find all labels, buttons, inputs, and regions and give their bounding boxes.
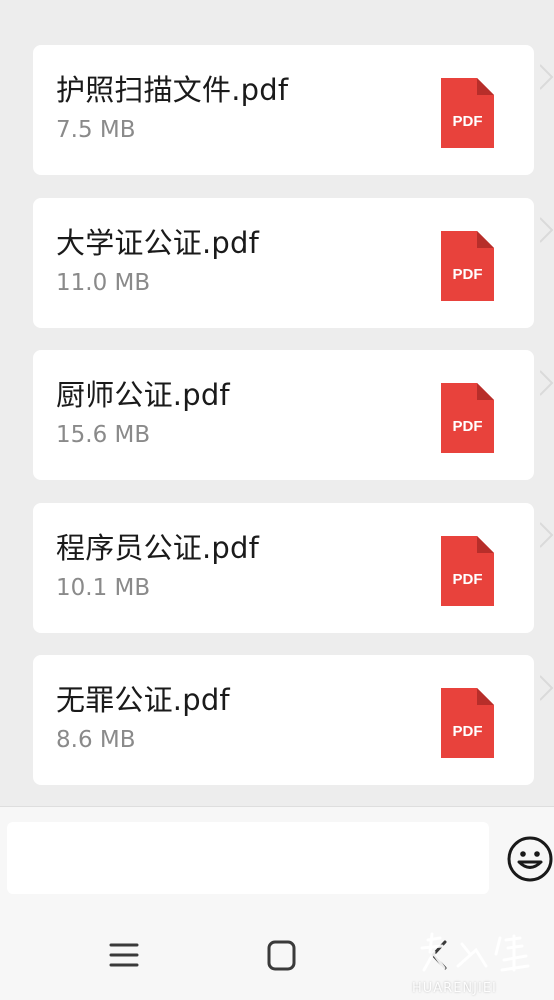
file-message-card[interactable]: 厨师公证.pdf 15.6 MB PDF: [33, 350, 534, 480]
pdf-icon-label: PDF: [453, 418, 483, 435]
message-input[interactable]: [7, 822, 489, 894]
message-input-bar: [0, 806, 554, 900]
smiley-emoji-icon[interactable]: [505, 834, 554, 884]
pdf-file-icon: PDF: [441, 536, 494, 606]
bubble-tail-icon: [540, 217, 554, 243]
file-message-card[interactable]: 程序员公证.pdf 10.1 MB PDF: [33, 503, 534, 633]
hamburger-menu-icon[interactable]: [104, 936, 144, 976]
file-size: 8.6 MB: [56, 727, 136, 753]
pdf-file-icon: PDF: [441, 231, 494, 301]
file-size: 15.6 MB: [56, 422, 151, 448]
file-message-card[interactable]: 护照扫描文件.pdf 7.5 MB PDF: [33, 45, 534, 175]
pdf-file-icon: PDF: [441, 78, 494, 148]
file-size: 10.1 MB: [56, 575, 151, 601]
file-name: 厨师公证.pdf: [56, 378, 230, 412]
chat-message-area: 护照扫描文件.pdf 7.5 MB PDF 大学证公证.pdf 11.0 MB …: [0, 0, 554, 806]
pdf-icon-label: PDF: [453, 113, 483, 130]
file-name: 护照扫描文件.pdf: [56, 73, 289, 107]
home-square-icon[interactable]: [261, 936, 301, 976]
file-name: 大学证公证.pdf: [56, 226, 260, 260]
bubble-tail-icon: [540, 522, 554, 548]
pdf-icon-label: PDF: [453, 723, 483, 740]
pdf-icon-label: PDF: [453, 266, 483, 283]
file-message-card[interactable]: 大学证公证.pdf 11.0 MB PDF: [33, 198, 534, 328]
pdf-file-icon: PDF: [441, 383, 494, 453]
file-name: 程序员公证.pdf: [56, 531, 260, 565]
system-navigation-bar: [0, 900, 554, 1000]
file-size: 7.5 MB: [56, 117, 136, 143]
pdf-icon-label: PDF: [453, 571, 483, 588]
bubble-tail-icon: [540, 675, 554, 701]
bubble-tail-icon: [540, 64, 554, 90]
pdf-file-icon: PDF: [441, 688, 494, 758]
file-message-card[interactable]: 无罪公证.pdf 8.6 MB PDF: [33, 655, 534, 785]
bubble-tail-icon: [540, 370, 554, 396]
chevron-left-back-icon[interactable]: [420, 936, 460, 976]
file-size: 11.0 MB: [56, 270, 151, 296]
file-name: 无罪公证.pdf: [56, 683, 230, 717]
